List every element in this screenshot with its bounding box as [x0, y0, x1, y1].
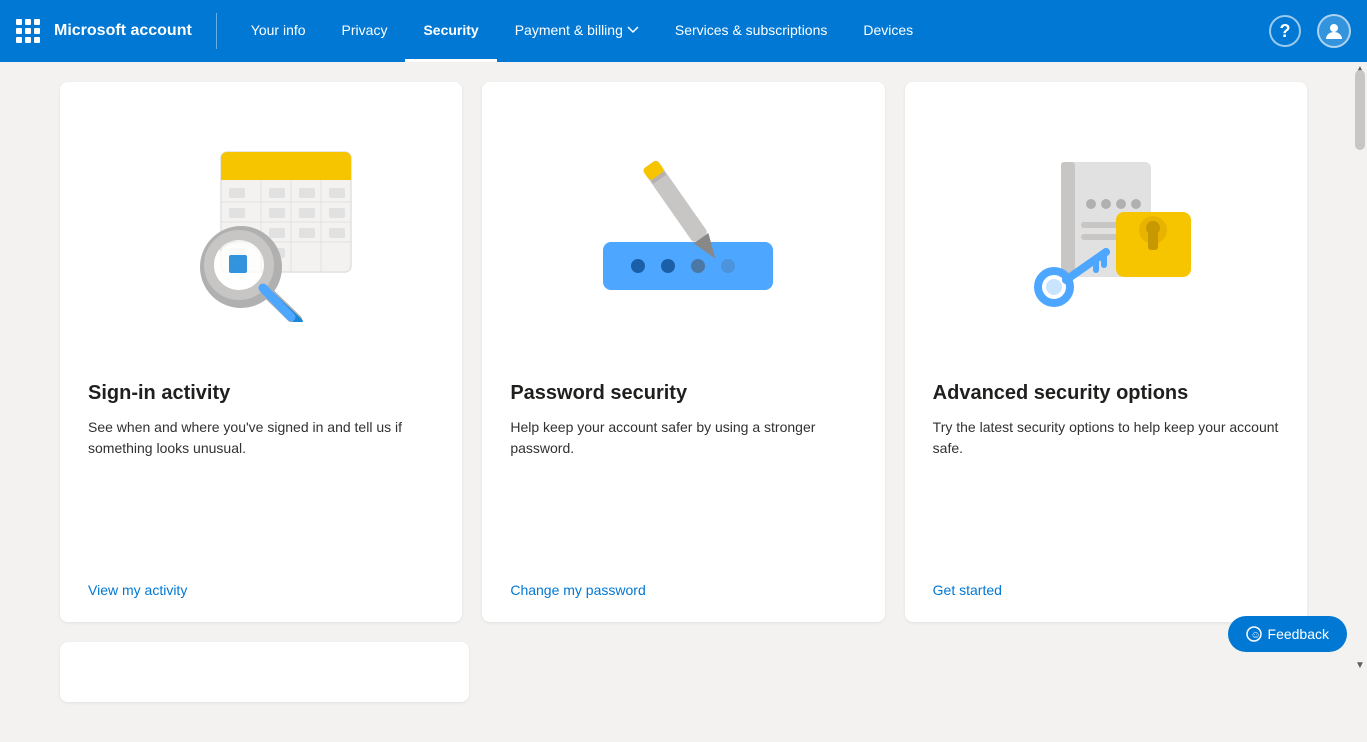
sign-in-card-title: Sign-in activity — [88, 382, 434, 405]
user-icon — [1324, 21, 1344, 41]
advanced-card-title: Advanced security options — [933, 382, 1279, 405]
password-card-title: Password security — [510, 382, 856, 405]
advanced-security-card: Advanced security options Try the latest… — [905, 82, 1307, 622]
partial-card-1 — [60, 642, 469, 702]
password-illustration — [482, 82, 884, 362]
password-security-svg — [573, 122, 793, 322]
payment-billing-label: Payment & billing — [515, 22, 623, 38]
password-security-card: Password security Help keep your account… — [482, 82, 884, 622]
navbar: Microsoft account Your info Privacy Secu… — [0, 0, 1367, 62]
change-password-link[interactable]: Change my password — [510, 582, 856, 602]
partial-cards-row — [60, 642, 1307, 702]
sign-in-activity-link[interactable]: View my activity — [88, 582, 434, 602]
nav-your-info[interactable]: Your info — [233, 0, 324, 62]
get-started-link[interactable]: Get started — [933, 582, 1279, 602]
cards-row: Sign-in activity See when and where you'… — [60, 82, 1307, 622]
advanced-card-desc: Try the latest security options to help … — [933, 417, 1279, 558]
nav-payment-billing[interactable]: Payment & billing — [497, 0, 657, 62]
nav-right: ? — [1269, 14, 1351, 48]
sign-in-illustration — [60, 82, 462, 362]
sign-in-card-desc: See when and where you've signed in and … — [88, 417, 434, 558]
advanced-security-svg — [996, 122, 1216, 322]
feedback-button[interactable]: ☺ Feedback — [1228, 616, 1347, 652]
sign-in-activity-card: Sign-in activity See when and where you'… — [60, 82, 462, 622]
scrollbar-track: ▲ ▼ — [1353, 62, 1367, 672]
feedback-icon: ☺ — [1246, 626, 1262, 642]
main-content: Sign-in activity See when and where you'… — [0, 62, 1367, 742]
feedback-label: Feedback — [1268, 626, 1329, 642]
password-card-body: Password security Help keep your account… — [482, 362, 884, 622]
nav-security[interactable]: Security — [405, 0, 496, 62]
help-button[interactable]: ? — [1269, 15, 1301, 47]
chevron-down-icon — [627, 24, 639, 36]
nav-services-subscriptions[interactable]: Services & subscriptions — [657, 0, 846, 62]
scrollbar-thumb[interactable] — [1355, 70, 1365, 150]
svg-text:☺: ☺ — [1250, 630, 1260, 641]
nav-devices[interactable]: Devices — [845, 0, 931, 62]
apps-grid-icon[interactable] — [16, 19, 40, 43]
avatar-button[interactable] — [1317, 14, 1351, 48]
advanced-illustration — [905, 82, 1307, 362]
scrollbar-arrow-down[interactable]: ▼ — [1353, 658, 1367, 672]
advanced-card-body: Advanced security options Try the latest… — [905, 362, 1307, 622]
sign-in-card-body: Sign-in activity See when and where you'… — [60, 362, 462, 622]
nav-divider — [216, 13, 217, 49]
sign-in-activity-svg — [151, 122, 371, 322]
brand-link[interactable]: Microsoft account — [54, 22, 192, 40]
nav-privacy[interactable]: Privacy — [324, 0, 406, 62]
nav-links: Your info Privacy Security Payment & bil… — [233, 0, 1269, 62]
password-card-desc: Help keep your account safer by using a … — [510, 417, 856, 558]
